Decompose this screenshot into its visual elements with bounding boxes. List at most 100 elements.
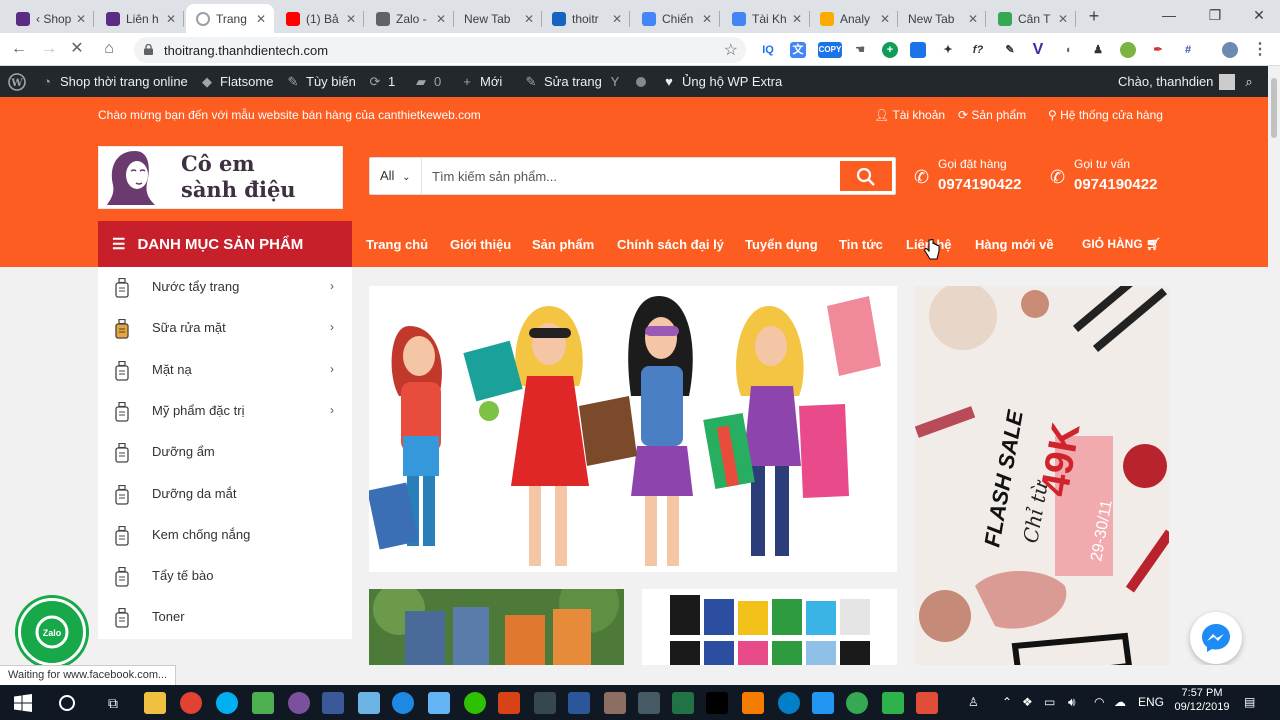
admin-new[interactable]: + Mới: [460, 66, 502, 97]
tab-close-icon[interactable]: ✕: [344, 12, 358, 26]
winrar-icon[interactable]: [498, 692, 520, 714]
nav-agency-policy[interactable]: Chính sách đại lý: [617, 237, 724, 252]
tab-close-icon[interactable]: ✕: [164, 12, 178, 26]
word-icon[interactable]: [568, 692, 590, 714]
consult-hotline[interactable]: ✆ Gọi tư vấn 0974190422: [1050, 157, 1157, 193]
nav-recruitment[interactable]: Tuyển dụng: [745, 237, 818, 252]
volume-icon[interactable]: 🔊︎: [1068, 695, 1076, 710]
tab-close-icon[interactable]: ✕: [434, 12, 448, 26]
copy-extension-icon[interactable]: COPY: [818, 42, 842, 58]
wordpress-logo-icon[interactable]: W: [8, 66, 26, 97]
browser-tab[interactable]: (1) Bả ✕: [276, 4, 364, 33]
nav-new-arrivals[interactable]: Hàng mới về: [975, 237, 1054, 252]
nav-cart[interactable]: GIỎ HÀNG 🛒︎: [1082, 237, 1161, 251]
category-item[interactable]: Tẩy tế bào: [98, 556, 352, 597]
app-orange-icon[interactable]: [742, 692, 764, 714]
search-input[interactable]: Tìm kiếm sản phẩm...: [432, 169, 557, 184]
browser-tab[interactable]: Cân T ✕: [988, 4, 1076, 33]
category-item[interactable]: Sữa rửa mặt ›: [98, 308, 352, 349]
admin-updates[interactable]: ⟳ 1: [368, 66, 396, 97]
forward-icon[interactable]: →: [38, 38, 60, 60]
browser-tab[interactable]: thoitr ✕: [542, 4, 630, 33]
terminal-icon[interactable]: [706, 692, 728, 714]
formula-extension-icon[interactable]: f?: [970, 42, 986, 58]
browser-tab[interactable]: Zalo - ✕: [366, 4, 454, 33]
category-menu-button[interactable]: ☰ DANH MỤC SẢN PHẨM: [98, 221, 352, 267]
zalo-taskbar-icon[interactable]: [778, 692, 800, 714]
browser-tab[interactable]: Chiến ✕: [632, 4, 720, 33]
app-dark-icon[interactable]: [534, 692, 556, 714]
app-brown-icon[interactable]: [604, 692, 626, 714]
app-green-icon[interactable]: [252, 692, 274, 714]
category-item[interactable]: Dưỡng da mắt: [98, 474, 352, 515]
search-button[interactable]: [838, 159, 894, 193]
product-banner-1[interactable]: [369, 589, 624, 665]
app-circle-icon[interactable]: [392, 692, 414, 714]
camtasia-recorder-icon[interactable]: [916, 692, 938, 714]
category-item[interactable]: Dưỡng ẩm: [98, 432, 352, 473]
admin-comments[interactable]: ▰ 0: [414, 66, 441, 97]
chrome-active-icon[interactable]: [846, 692, 868, 714]
zalo-chat-button[interactable]: Zalo: [18, 598, 86, 665]
admin-support[interactable]: ♥ Ủng hộ WP Extra: [662, 66, 782, 97]
puzzle-extension-icon[interactable]: ✦: [940, 42, 956, 58]
stores-link[interactable]: ⚲ Hệ thống cửa hàng: [1048, 108, 1163, 122]
excel-icon[interactable]: [672, 692, 694, 714]
site-logo[interactable]: Cô em sành điệu: [98, 146, 343, 209]
clock[interactable]: 7:57 PM 09/12/2019: [1172, 687, 1232, 713]
app-blue-icon[interactable]: [358, 692, 380, 714]
browser-tab[interactable]: Analy ✕: [810, 4, 898, 33]
tab-close-icon[interactable]: ✕: [966, 12, 980, 26]
new-tab-button[interactable]: +: [1084, 6, 1104, 26]
calendar-extension-icon[interactable]: [910, 42, 926, 58]
category-item[interactable]: Mỹ phẩm đặc trị ›: [98, 391, 352, 432]
tray-chevron-up-icon[interactable]: ⌃: [1002, 695, 1012, 709]
tab-close-icon[interactable]: ✕: [790, 12, 804, 26]
page-scrollbar[interactable]: [1268, 66, 1280, 685]
address-bar[interactable]: thoitrang.thanhdientech.com ☆: [134, 37, 746, 63]
pen2-extension-icon[interactable]: ✒: [1150, 42, 1166, 58]
tab-close-icon[interactable]: ✕: [610, 12, 624, 26]
slack-icon[interactable]: [322, 692, 344, 714]
stop-loading-icon[interactable]: ✕: [66, 38, 88, 60]
back-icon[interactable]: ←: [8, 38, 30, 60]
home-icon[interactable]: ⌂: [98, 38, 120, 60]
file-explorer-icon[interactable]: [144, 692, 166, 714]
skype-icon[interactable]: [216, 692, 238, 714]
wifi-icon[interactable]: ◠: [1094, 695, 1104, 709]
app-light-icon[interactable]: [428, 692, 450, 714]
task-view-icon[interactable]: ⧉: [102, 692, 124, 714]
tab-close-icon[interactable]: ✕: [878, 12, 892, 26]
product-banner-2[interactable]: [642, 589, 897, 665]
order-hotline[interactable]: ✆ Gọi đặt hàng 0974190422: [914, 157, 1021, 193]
browser-tab[interactable]: New Tab ✕: [454, 4, 542, 33]
admin-account[interactable]: Chào, thanhdien: [1118, 66, 1236, 97]
hero-banner[interactable]: [369, 286, 897, 572]
admin-site-name[interactable]: ◔ Shop thời trang online: [40, 66, 188, 97]
nav-products[interactable]: Sản phẩm: [532, 237, 594, 252]
browser-tab[interactable]: New Tab ✕: [898, 4, 986, 33]
tab-close-icon[interactable]: ✕: [74, 12, 88, 26]
browser-tab[interactable]: ‹ Shop ✕: [6, 4, 94, 33]
yoast-icon[interactable]: Y: [608, 66, 628, 97]
pen-extension-icon[interactable]: ✎: [1002, 42, 1018, 58]
chrome-menu-icon[interactable]: ⋮: [1252, 42, 1268, 58]
browser-tab[interactable]: Trang ✕: [186, 4, 274, 33]
admin-customize[interactable]: ✎ Tùy biến: [286, 66, 356, 97]
v-extension-icon[interactable]: V: [1030, 42, 1046, 58]
account-link[interactable]: 👤︎ Tài khoản: [874, 108, 945, 122]
tab-close-icon[interactable]: ✕: [1056, 12, 1070, 26]
camtasia-icon[interactable]: [882, 692, 904, 714]
search-category-select[interactable]: All ⌄: [370, 158, 422, 194]
cloud-icon[interactable]: ☁: [1114, 695, 1126, 709]
admin-search-icon[interactable]: ⌕: [1242, 66, 1262, 97]
messenger-chat-button[interactable]: [1190, 612, 1242, 664]
profile-avatar[interactable]: [1222, 42, 1238, 58]
translate-extension-icon[interactable]: 文: [790, 42, 806, 58]
admin-edit-page[interactable]: ✎ Sửa trang: [524, 66, 602, 97]
search-circle-icon[interactable]: [58, 694, 76, 712]
category-item[interactable]: Mặt nạ ›: [98, 350, 352, 391]
network-icon[interactable]: ▭: [1044, 695, 1055, 709]
tab-close-icon[interactable]: ✕: [700, 12, 714, 26]
grid-extension-icon[interactable]: #: [1180, 42, 1196, 58]
